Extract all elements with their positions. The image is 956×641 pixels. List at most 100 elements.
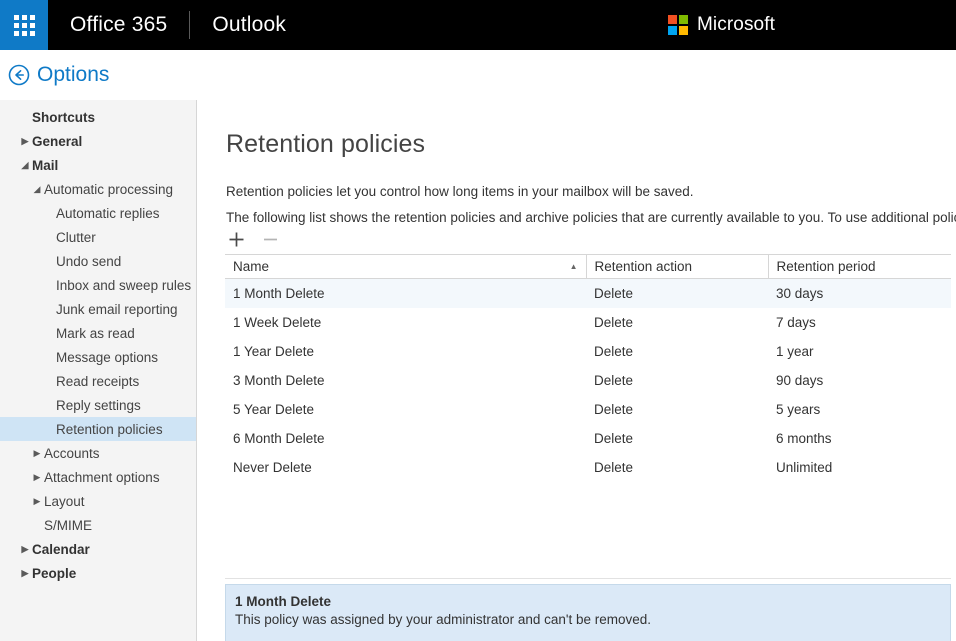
detail-policy-name: 1 Month Delete — [235, 594, 940, 609]
sidebar-item-layout[interactable]: ▶Layout — [0, 489, 196, 513]
sidebar-item-label: Shortcuts — [32, 110, 95, 125]
policy-name: 1 Year Delete — [225, 337, 586, 366]
chevron-right-icon[interactable]: ▶ — [32, 496, 42, 506]
add-policy-button[interactable] — [225, 228, 247, 250]
back-to-mail-link[interactable]: Options — [0, 63, 109, 87]
table-row[interactable]: 1 Year DeleteDelete1 year — [225, 337, 951, 366]
sidebar-item-junk-email-reporting[interactable]: Junk email reporting — [0, 297, 196, 321]
sidebar-item-automatic-replies[interactable]: Automatic replies — [0, 201, 196, 225]
column-header-retention-period-label: Retention period — [777, 259, 876, 274]
policy-retention-action: Delete — [586, 279, 768, 308]
microsoft-logo[interactable]: Microsoft — [668, 0, 775, 50]
sidebar-item-label: Retention policies — [56, 422, 163, 437]
sidebar-item-calendar[interactable]: ▶Calendar — [0, 537, 196, 561]
sidebar-item-label: General — [32, 134, 82, 149]
sidebar-item-label: Mail — [32, 158, 58, 173]
sidebar-item-reply-settings[interactable]: Reply settings — [0, 393, 196, 417]
table-row[interactable]: 6 Month DeleteDelete6 months — [225, 424, 951, 453]
sidebar-item-retention-policies[interactable]: Retention policies — [0, 417, 196, 441]
sidebar-item-label: Accounts — [44, 446, 100, 461]
column-header-retention-action-label: Retention action — [595, 259, 693, 274]
table-row[interactable]: 1 Month DeleteDelete30 days — [225, 279, 951, 308]
column-header-name[interactable]: Name ▲ — [225, 255, 586, 279]
sidebar-item-label: Junk email reporting — [56, 302, 178, 317]
policy-retention-action: Delete — [586, 337, 768, 366]
policy-retention-action: Delete — [586, 308, 768, 337]
sidebar-item-label: Layout — [44, 494, 85, 509]
chevron-right-icon[interactable]: ▶ — [20, 568, 30, 578]
remove-policy-button[interactable] — [259, 228, 281, 250]
table-row[interactable]: Never DeleteDeleteUnlimited — [225, 453, 951, 482]
policy-retention-action: Delete — [586, 366, 768, 395]
table-row[interactable]: 1 Week DeleteDelete7 days — [225, 308, 951, 337]
detail-admin-note: This policy was assigned by your adminis… — [235, 612, 940, 627]
sidebar-item-undo-send[interactable]: Undo send — [0, 249, 196, 273]
sidebar-item-automatic-processing[interactable]: ◢Automatic processing — [0, 177, 196, 201]
sidebar-item-clutter[interactable]: Clutter — [0, 225, 196, 249]
chevron-right-icon[interactable]: ▶ — [20, 544, 30, 554]
sidebar-item-people[interactable]: ▶People — [0, 561, 196, 585]
sidebar-item-message-options[interactable]: Message options — [0, 345, 196, 369]
plus-icon — [228, 231, 245, 248]
options-sidebar-nav: Shortcuts▶General◢Mail◢Automatic process… — [0, 100, 197, 641]
column-header-retention-action[interactable]: Retention action — [586, 255, 768, 279]
sidebar-item-label: People — [32, 566, 76, 581]
chevron-right-icon[interactable]: ▶ — [32, 448, 42, 458]
sidebar-item-accounts[interactable]: ▶Accounts — [0, 441, 196, 465]
sidebar-item-inbox-and-sweep-rules[interactable]: Inbox and sweep rules — [0, 273, 196, 297]
suite-brand-office365[interactable]: Office 365 — [48, 0, 189, 50]
sidebar-item-label: Calendar — [32, 542, 90, 557]
sidebar-item-shortcuts[interactable]: Shortcuts — [0, 105, 196, 129]
sidebar-item-label: Clutter — [56, 230, 96, 245]
column-header-name-label: Name — [233, 259, 269, 274]
microsoft-squares-icon — [668, 15, 688, 35]
policy-retention-period: 1 year — [768, 337, 951, 366]
sidebar-item-label: Mark as read — [56, 326, 135, 341]
microsoft-logo-text: Microsoft — [697, 14, 775, 36]
main-content-area: Retention policies Retention policies le… — [198, 100, 956, 641]
sidebar-item-label: S/MIME — [44, 518, 92, 533]
chevron-right-icon[interactable]: ▶ — [32, 472, 42, 482]
app-launcher-grid-icon — [14, 15, 35, 36]
chevron-down-icon[interactable]: ◢ — [20, 160, 30, 170]
policy-retention-period: 5 years — [768, 395, 951, 424]
back-circle-arrow-icon — [8, 64, 30, 86]
suite-header-bar: Office 365 Outlook Microsoft — [0, 0, 956, 50]
policy-name: 5 Year Delete — [225, 395, 586, 424]
minus-icon — [262, 231, 279, 248]
sidebar-item-label: Automatic processing — [44, 182, 173, 197]
sidebar-item-mark-as-read[interactable]: Mark as read — [0, 321, 196, 345]
sidebar-item-read-receipts[interactable]: Read receipts — [0, 369, 196, 393]
options-header-bar: Options — [0, 50, 956, 100]
sidebar-item-label: Automatic replies — [56, 206, 160, 221]
sidebar-item-attachment-options[interactable]: ▶Attachment options — [0, 465, 196, 489]
policy-detail-panel: 1 Month Delete This policy was assigned … — [225, 584, 951, 641]
sidebar-item-label: Inbox and sweep rules — [56, 278, 191, 293]
policy-retention-period: 7 days — [768, 308, 951, 337]
sidebar-item-mail[interactable]: ◢Mail — [0, 153, 196, 177]
sort-ascending-icon: ▲ — [570, 263, 578, 271]
table-row[interactable]: 5 Year DeleteDelete5 years — [225, 395, 951, 424]
sidebar-item-s-mime[interactable]: S/MIME — [0, 513, 196, 537]
policy-retention-period: 90 days — [768, 366, 951, 395]
policy-name: 1 Week Delete — [225, 308, 586, 337]
policy-retention-period: Unlimited — [768, 453, 951, 482]
chevron-right-icon[interactable]: ▶ — [20, 136, 30, 146]
sidebar-item-general[interactable]: ▶General — [0, 129, 196, 153]
chevron-down-icon[interactable]: ◢ — [32, 184, 42, 194]
page-description-line-2: The following list shows the retention p… — [226, 210, 956, 225]
retention-policies-table: Name ▲ Retention action Retention period… — [225, 254, 951, 482]
options-title: Options — [37, 63, 109, 87]
policy-name: 6 Month Delete — [225, 424, 586, 453]
table-row[interactable]: 3 Month DeleteDelete90 days — [225, 366, 951, 395]
sidebar-item-label: Message options — [56, 350, 158, 365]
policy-retention-period: 6 months — [768, 424, 951, 453]
policy-retention-action: Delete — [586, 424, 768, 453]
policy-retention-action: Delete — [586, 453, 768, 482]
sidebar-item-label: Read receipts — [56, 374, 139, 389]
app-launcher-button[interactable] — [0, 0, 48, 50]
sidebar-item-label: Undo send — [56, 254, 121, 269]
column-header-retention-period[interactable]: Retention period — [768, 255, 951, 279]
page-description-line-1: Retention policies let you control how l… — [226, 184, 693, 199]
app-name-outlook[interactable]: Outlook — [190, 0, 308, 50]
